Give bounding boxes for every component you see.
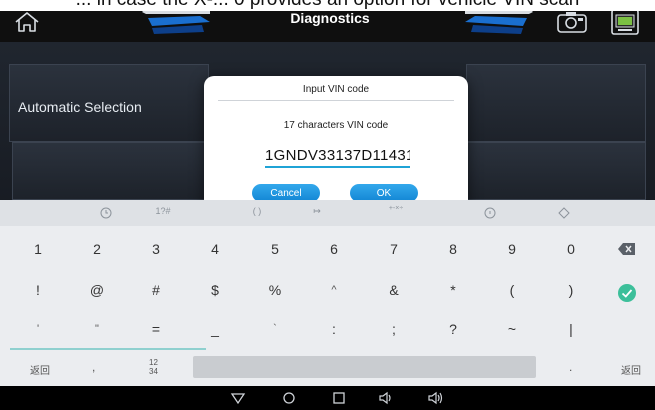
dialog-hint: 17 characters VIN code xyxy=(283,120,389,131)
page-title: Diagnostics xyxy=(290,10,370,26)
volume-down-icon[interactable] xyxy=(378,391,394,405)
key[interactable]: 6 xyxy=(306,231,362,267)
dialog-divider xyxy=(218,100,454,101)
vin-input-dialog: Input VIN code 17 characters VIN code Ca… xyxy=(204,76,468,213)
keyboard-toolbar: 1?# ( ) ↦ +-×÷ xyxy=(0,200,655,226)
key[interactable]: ^ xyxy=(306,272,362,308)
clock-icon[interactable] xyxy=(86,206,126,220)
enter-check-icon[interactable] xyxy=(617,283,637,303)
arrow-right-icon[interactable]: ↦ xyxy=(297,206,337,217)
key[interactable]: * xyxy=(425,272,481,308)
key[interactable]: " xyxy=(69,311,125,347)
automatic-selection-label: Automatic Selection xyxy=(18,99,142,115)
period-key[interactable]: . xyxy=(569,360,572,374)
key[interactable]: _ xyxy=(187,311,243,347)
key[interactable]: = xyxy=(128,311,184,347)
diamond-icon[interactable] xyxy=(544,206,584,220)
key[interactable]: @ xyxy=(69,272,125,308)
comma-key[interactable]: , xyxy=(92,360,95,374)
key[interactable]: 4 xyxy=(187,231,243,267)
key[interactable]: 3 xyxy=(128,231,184,267)
key[interactable]: 2 xyxy=(69,231,125,267)
automatic-selection-tile[interactable]: Automatic Selection xyxy=(9,64,209,142)
key[interactable]: 9 xyxy=(484,231,540,267)
menu-tile[interactable] xyxy=(444,142,646,200)
key[interactable]: ! xyxy=(10,272,66,308)
key[interactable]: 5 xyxy=(247,231,303,267)
symbols-key[interactable]: 1?# xyxy=(143,206,183,216)
home-nav-icon[interactable] xyxy=(281,391,297,405)
document-caption: ... in case the X-... 0 provides an opti… xyxy=(0,0,655,11)
key[interactable]: 8 xyxy=(425,231,481,267)
smile-icon[interactable] xyxy=(470,206,510,220)
camera-icon[interactable] xyxy=(556,10,588,34)
key[interactable]: % xyxy=(247,272,303,308)
dialog-title: Input VIN code xyxy=(302,84,370,95)
diagnostics-content: Automatic Selection Input VIN code 17 ch… xyxy=(0,42,655,213)
key[interactable]: # xyxy=(128,272,184,308)
key[interactable]: ) xyxy=(543,272,599,308)
math-symbols-icon[interactable]: +-×÷ xyxy=(376,205,416,213)
key[interactable]: | xyxy=(543,311,599,347)
recent-apps-icon[interactable] xyxy=(331,391,347,405)
menu-tile[interactable] xyxy=(12,142,227,200)
keyboard-tab-indicator xyxy=(10,348,206,350)
key[interactable]: ? xyxy=(425,311,481,347)
soft-keyboard: 1?# ( ) ↦ +-×÷ 1 2 3 4 5 6 7 8 9 0 ! @ #… xyxy=(0,200,655,386)
back-key-left[interactable]: 返回 xyxy=(30,362,50,377)
key[interactable]: ' xyxy=(10,311,66,347)
brackets-icon[interactable]: ( ) xyxy=(237,206,277,216)
back-nav-icon[interactable] xyxy=(230,391,246,405)
number-switch-bottom: 34 xyxy=(149,367,158,376)
vin-input-field[interactable] xyxy=(265,144,410,168)
system-navigation-bar xyxy=(0,386,655,410)
space-bar[interactable] xyxy=(193,356,536,378)
key[interactable]: $ xyxy=(187,272,243,308)
menu-tile[interactable] xyxy=(466,64,646,142)
home-icon[interactable] xyxy=(12,10,42,34)
key[interactable]: ( xyxy=(484,272,540,308)
key[interactable]: ~ xyxy=(484,311,540,347)
key[interactable]: & xyxy=(366,272,422,308)
vci-icon[interactable] xyxy=(610,8,640,36)
backspace-icon[interactable] xyxy=(618,243,636,255)
key[interactable]: ` xyxy=(247,311,303,347)
number-switch-key[interactable]: 12 34 xyxy=(149,358,158,376)
number-switch-top: 12 xyxy=(149,358,158,367)
key[interactable]: : xyxy=(306,311,362,347)
key[interactable]: 7 xyxy=(366,231,422,267)
key[interactable]: 1 xyxy=(10,231,66,267)
key[interactable]: 0 xyxy=(543,231,599,267)
key[interactable]: ; xyxy=(366,311,422,347)
volume-up-icon[interactable] xyxy=(428,391,444,405)
back-key-right[interactable]: 返回 xyxy=(621,362,641,377)
